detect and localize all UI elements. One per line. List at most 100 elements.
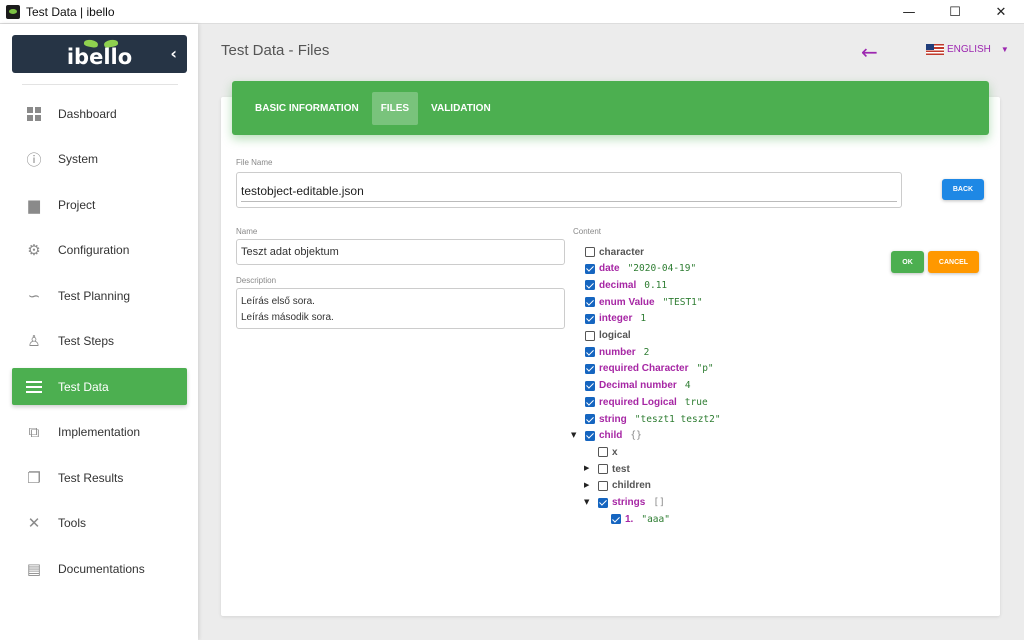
tree-checkbox[interactable] — [598, 464, 608, 475]
tree-row: integer 1 — [585, 311, 646, 327]
window-controls: — ☐ ✕ — [886, 0, 1024, 24]
file-name-input[interactable]: testobject-editable.json — [236, 172, 902, 208]
tree-checkbox[interactable] — [598, 497, 608, 508]
sidebar-item-label: Test Results — [58, 470, 124, 485]
collapse-sidebar-button[interactable]: ‹ — [170, 44, 177, 63]
tree-key: children — [612, 480, 651, 492]
tree-value[interactable]: "p" — [696, 363, 713, 374]
tree-row: date "2020-04-19" — [585, 261, 696, 277]
caret-right-icon[interactable]: ▶ — [584, 481, 589, 489]
tree-checkbox[interactable] — [585, 297, 595, 308]
tree-row: child {} — [585, 428, 642, 444]
sidebar-item-system[interactable]: ⓘ System — [12, 141, 187, 178]
tree-checkbox[interactable] — [598, 447, 608, 458]
minimize-button[interactable]: — — [886, 0, 932, 24]
sidebar-item-documentations[interactable]: ▤ Documentations — [12, 550, 187, 587]
tree-value[interactable]: true — [685, 397, 708, 408]
description-label: Description — [236, 276, 277, 285]
tree-value[interactable]: [] — [653, 497, 664, 508]
tree-checkbox[interactable] — [585, 263, 595, 274]
tree-key: 1. — [625, 513, 634, 525]
sidebar-item-tools[interactable]: ✕ Tools — [12, 505, 187, 542]
tree-checkbox[interactable] — [585, 397, 595, 408]
tree-value[interactable]: 4 — [685, 380, 691, 391]
tree-key: test — [612, 463, 630, 475]
language-label: ENGLISH — [947, 44, 991, 55]
description-textarea[interactable]: Leírás első sora. Leírás második sora. — [236, 288, 565, 329]
tab-validation[interactable]: VALIDATION — [422, 92, 500, 125]
tree-checkbox[interactable] — [585, 380, 595, 391]
name-input[interactable]: Teszt adat objektum — [236, 239, 565, 265]
tree-value[interactable]: 1 — [640, 313, 646, 324]
back-arrow-icon[interactable]: ← — [861, 40, 878, 64]
tree-checkbox[interactable] — [585, 363, 595, 374]
tree-value[interactable]: "teszt1 teszt2" — [635, 414, 721, 425]
sidebar-item-test-results[interactable]: ❐ Test Results — [12, 459, 187, 496]
tree-row: children — [598, 478, 651, 494]
tree-key: child — [599, 430, 623, 442]
sidebar-item-label: Test Data — [58, 379, 109, 394]
sidebar-item-label: Test Steps — [58, 334, 115, 348]
tools-icon: ✕ — [27, 514, 41, 532]
sidebar-item-test-steps[interactable]: ♙ Test Steps — [12, 323, 187, 360]
caret-right-icon[interactable]: ▶ — [584, 464, 589, 472]
tree-checkbox[interactable] — [585, 414, 595, 424]
close-button[interactable]: ✕ — [978, 0, 1024, 24]
tree-row: required Character "p" — [585, 361, 714, 377]
tree-row: required Logical true — [585, 394, 708, 410]
tree-checkbox[interactable] — [585, 330, 595, 341]
maximize-button[interactable]: ☐ — [932, 0, 978, 24]
file-name-label: File Name — [236, 158, 273, 167]
sidebar-item-test-data[interactable]: Test Data — [12, 368, 187, 405]
tree-value[interactable]: {} — [630, 430, 641, 441]
tree-key: required Character — [599, 363, 689, 375]
tree-key: Decimal number — [599, 380, 677, 392]
window-titlebar: Test Data | ibello — ☐ ✕ — [0, 0, 1024, 24]
tree-value[interactable]: "2020-04-19" — [628, 263, 697, 274]
walk-icon: ♙ — [27, 332, 41, 350]
sidebar-item-dashboard[interactable]: Dashboard — [12, 95, 187, 132]
sidebar-item-test-planning[interactable]: ∽ Test Planning — [12, 277, 187, 314]
tree-key: decimal — [599, 279, 637, 291]
ok-button[interactable]: OK — [891, 251, 924, 273]
content-label: Content — [573, 227, 602, 236]
tree-checkbox[interactable] — [585, 280, 595, 291]
tree-key: number — [599, 346, 636, 358]
sidebar-item-configuration[interactable]: ⚙ Configuration — [12, 232, 187, 269]
tree-row: decimal 0.11 — [585, 277, 667, 293]
sidebar-item-implementation[interactable]: ⧉ Implementation — [12, 414, 187, 451]
tree-checkbox[interactable] — [585, 347, 595, 358]
tree-row: character — [585, 244, 644, 260]
sidebar-item-label: Dashboard — [58, 106, 117, 121]
tree-value[interactable]: 0.11 — [644, 280, 667, 291]
app-icon — [6, 4, 20, 19]
tree-row: Decimal number 4 — [585, 378, 691, 394]
sidebar-item-label: Implementation — [58, 425, 141, 439]
tree-checkbox[interactable] — [585, 313, 595, 324]
route-icon: ∽ — [27, 286, 41, 305]
sidebar-item-label: Tools — [58, 516, 87, 530]
tree-value[interactable]: "TEST1" — [663, 297, 703, 308]
cancel-button[interactable]: CANCEL — [928, 251, 979, 273]
tab-files[interactable]: FILES — [371, 91, 419, 125]
tab-basic-information[interactable]: BASIC INFORMATION — [246, 92, 368, 125]
language-selector[interactable]: ENGLISH ▼ — [926, 44, 1009, 55]
back-button[interactable]: BACK — [942, 179, 984, 200]
caret-down-icon[interactable]: ▼ — [584, 498, 589, 506]
caret-down-icon[interactable]: ▼ — [571, 431, 576, 439]
tree-key: character — [599, 246, 645, 258]
tree-checkbox[interactable] — [598, 480, 608, 491]
sidebar-item-label: Configuration — [58, 243, 130, 257]
tree-checkbox[interactable] — [611, 514, 621, 525]
tree-value[interactable]: "aaa" — [641, 514, 670, 525]
tree-checkbox[interactable] — [585, 247, 595, 257]
sidebar-item-label: Test Planning — [58, 288, 131, 303]
sidebar-item-project[interactable]: ▆ Project — [12, 186, 187, 223]
sidebar-divider — [22, 84, 178, 85]
tree-checkbox[interactable] — [585, 430, 595, 441]
tree-value[interactable]: 2 — [644, 347, 650, 358]
tree-key: strings — [612, 497, 646, 508]
tree-row: test — [598, 461, 630, 477]
sidebar-item-label: Documentations — [58, 561, 145, 576]
tree-key: required Logical — [599, 396, 677, 408]
